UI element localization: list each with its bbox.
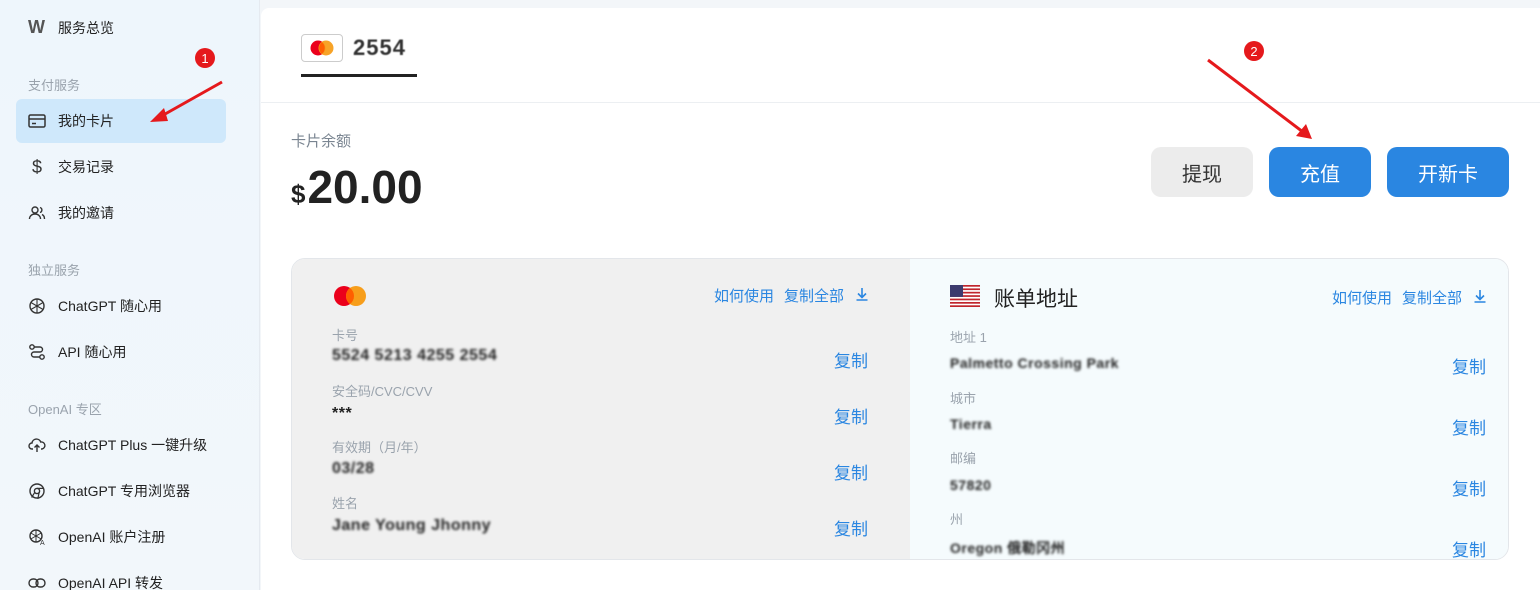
card-number-label: 卡号 (332, 328, 359, 343)
section-title-openai: OpenAI 专区 (28, 402, 102, 417)
sidebar-item-label: 交易记录 (58, 159, 114, 175)
sidebar-item-label: OpenAI API 转发 (58, 575, 164, 590)
recharge-button[interactable]: 充值 (1269, 147, 1371, 197)
sidebar: W 服务总览 支付服务 我的卡片 $ 交易记录 我的邀请 独立服务 ChatGP… (0, 0, 260, 590)
api-icon (28, 343, 46, 361)
sidebar-item-label: API 随心用 (58, 344, 127, 360)
users-icon (28, 204, 46, 222)
svg-text:A: A (40, 540, 45, 546)
city-label: 城市 (950, 391, 977, 406)
brand-label: 服务总览 (58, 19, 114, 36)
address1-value: Palmetto Crossing Park (950, 355, 1119, 371)
sidebar-item-my-cards[interactable]: 我的卡片 (16, 99, 226, 143)
sidebar-item-api-anytime[interactable]: API 随心用 (16, 330, 226, 374)
brand-logo: W (28, 17, 45, 37)
copy-name-button[interactable]: 复制 (834, 515, 868, 540)
sidebar-item-chatgpt-browser[interactable]: ChatGPT 专用浏览器 (16, 469, 226, 513)
balance-amount: 20.00 (307, 161, 423, 213)
copy-zip-button[interactable]: 复制 (1452, 475, 1486, 500)
section-title-standalone: 独立服务 (28, 263, 81, 278)
sidebar-item-label: ChatGPT 专用浏览器 (58, 483, 190, 499)
sidebar-item-label: OpenAI 账户注册 (58, 529, 166, 545)
sidebar-item-label: ChatGPT Plus 一键升级 (58, 437, 208, 453)
withdraw-button[interactable]: 提现 (1151, 147, 1253, 197)
sidebar-item-label: 我的邀请 (58, 205, 114, 221)
openai-icon (28, 297, 46, 315)
billing-address-title: 账单地址 (994, 288, 1078, 311)
copy-address1-button[interactable]: 复制 (1452, 353, 1486, 378)
billing-address: 账单地址 如何使用 复制全部 地址 1 Palmetto Crossing Pa… (910, 259, 1508, 559)
balance-currency: $ (291, 179, 306, 209)
city-value: Tierra (950, 416, 992, 432)
sidebar-item-openai-signup[interactable]: A OpenAI 账户注册 (16, 515, 226, 559)
card-tabs: 2554 (261, 8, 1540, 103)
expiry-value: 03/28 (332, 460, 375, 477)
how-to-use-link[interactable]: 如何使用 (714, 285, 774, 306)
name-value: Jane Young Jhonny (332, 517, 492, 534)
tab-card[interactable]: 2554 (301, 34, 417, 77)
annotation-badge-2: 2 (1244, 41, 1264, 61)
download-icon[interactable] (854, 286, 870, 306)
openai-account-icon: A (28, 528, 46, 546)
balance: $ 20.00 (291, 160, 423, 214)
copy-city-button[interactable]: 复制 (1452, 414, 1486, 439)
sidebar-item-invites[interactable]: 我的邀请 (16, 191, 226, 235)
billing-panel-actions: 如何使用 复制全部 (1332, 287, 1488, 308)
main-content: 2554 卡片余额 $ 20.00 提现 充值 开新卡 如何使用 复制全部 卡号… (261, 8, 1540, 590)
copy-expiry-button[interactable]: 复制 (834, 459, 868, 484)
sidebar-item-label: ChatGPT 随心用 (58, 298, 162, 314)
billing-copy-all-link[interactable]: 复制全部 (1402, 287, 1462, 308)
card-panel-actions: 如何使用 复制全部 (714, 285, 870, 306)
card-number-value: 5524 5213 4255 2554 (332, 347, 498, 364)
dollar-icon: $ (31, 156, 42, 177)
annotation-badge-1: 1 (195, 48, 215, 68)
copy-state-button[interactable]: 复制 (1452, 536, 1486, 559)
sidebar-item-transactions[interactable]: $ 交易记录 (16, 145, 226, 189)
sidebar-item-chatgpt-plus-upgrade[interactable]: ChatGPT Plus 一键升级 (16, 423, 226, 467)
name-label: 姓名 (332, 496, 359, 511)
tab-card-label: 2554 (353, 35, 406, 60)
link-icon (28, 574, 46, 590)
address1-label: 地址 1 (950, 330, 987, 345)
balance-label: 卡片余额 (291, 133, 352, 150)
upload-cloud-icon (28, 436, 46, 454)
zip-label: 邮编 (950, 451, 977, 466)
billing-download-icon[interactable] (1472, 288, 1488, 308)
copy-cvv-button[interactable]: 复制 (834, 403, 868, 428)
section-title-payment: 支付服务 (28, 78, 81, 93)
cvv-value: *** (332, 405, 353, 422)
new-card-button[interactable]: 开新卡 (1387, 147, 1509, 197)
card-details: 如何使用 复制全部 卡号 5524 5213 4255 2554 复制 安全码/… (292, 259, 910, 559)
card-icon (28, 112, 46, 130)
sidebar-brand[interactable]: W 服务总览 (28, 17, 114, 38)
copy-card-number-button[interactable]: 复制 (834, 347, 868, 372)
state-value: Oregon 俄勒冈州 (950, 540, 1066, 556)
billing-how-to-use-link[interactable]: 如何使用 (1332, 287, 1392, 308)
sidebar-item-chatgpt-anytime[interactable]: ChatGPT 随心用 (16, 284, 226, 328)
mastercard-icon (301, 34, 343, 62)
browser-icon (28, 482, 46, 500)
state-label: 州 (950, 512, 964, 527)
sidebar-item-label: 我的卡片 (58, 113, 114, 129)
mastercard-logo-icon (332, 285, 368, 312)
card-info-panel: 如何使用 复制全部 卡号 5524 5213 4255 2554 复制 安全码/… (291, 258, 1509, 560)
us-flag-icon (950, 285, 980, 307)
expiry-label: 有效期（月/年） (332, 440, 427, 455)
copy-all-link[interactable]: 复制全部 (784, 285, 844, 306)
zip-value: 57820 (950, 477, 992, 493)
cvv-label: 安全码/CVC/CVV (332, 384, 433, 399)
sidebar-item-openai-api-forward[interactable]: OpenAI API 转发 (16, 561, 226, 590)
